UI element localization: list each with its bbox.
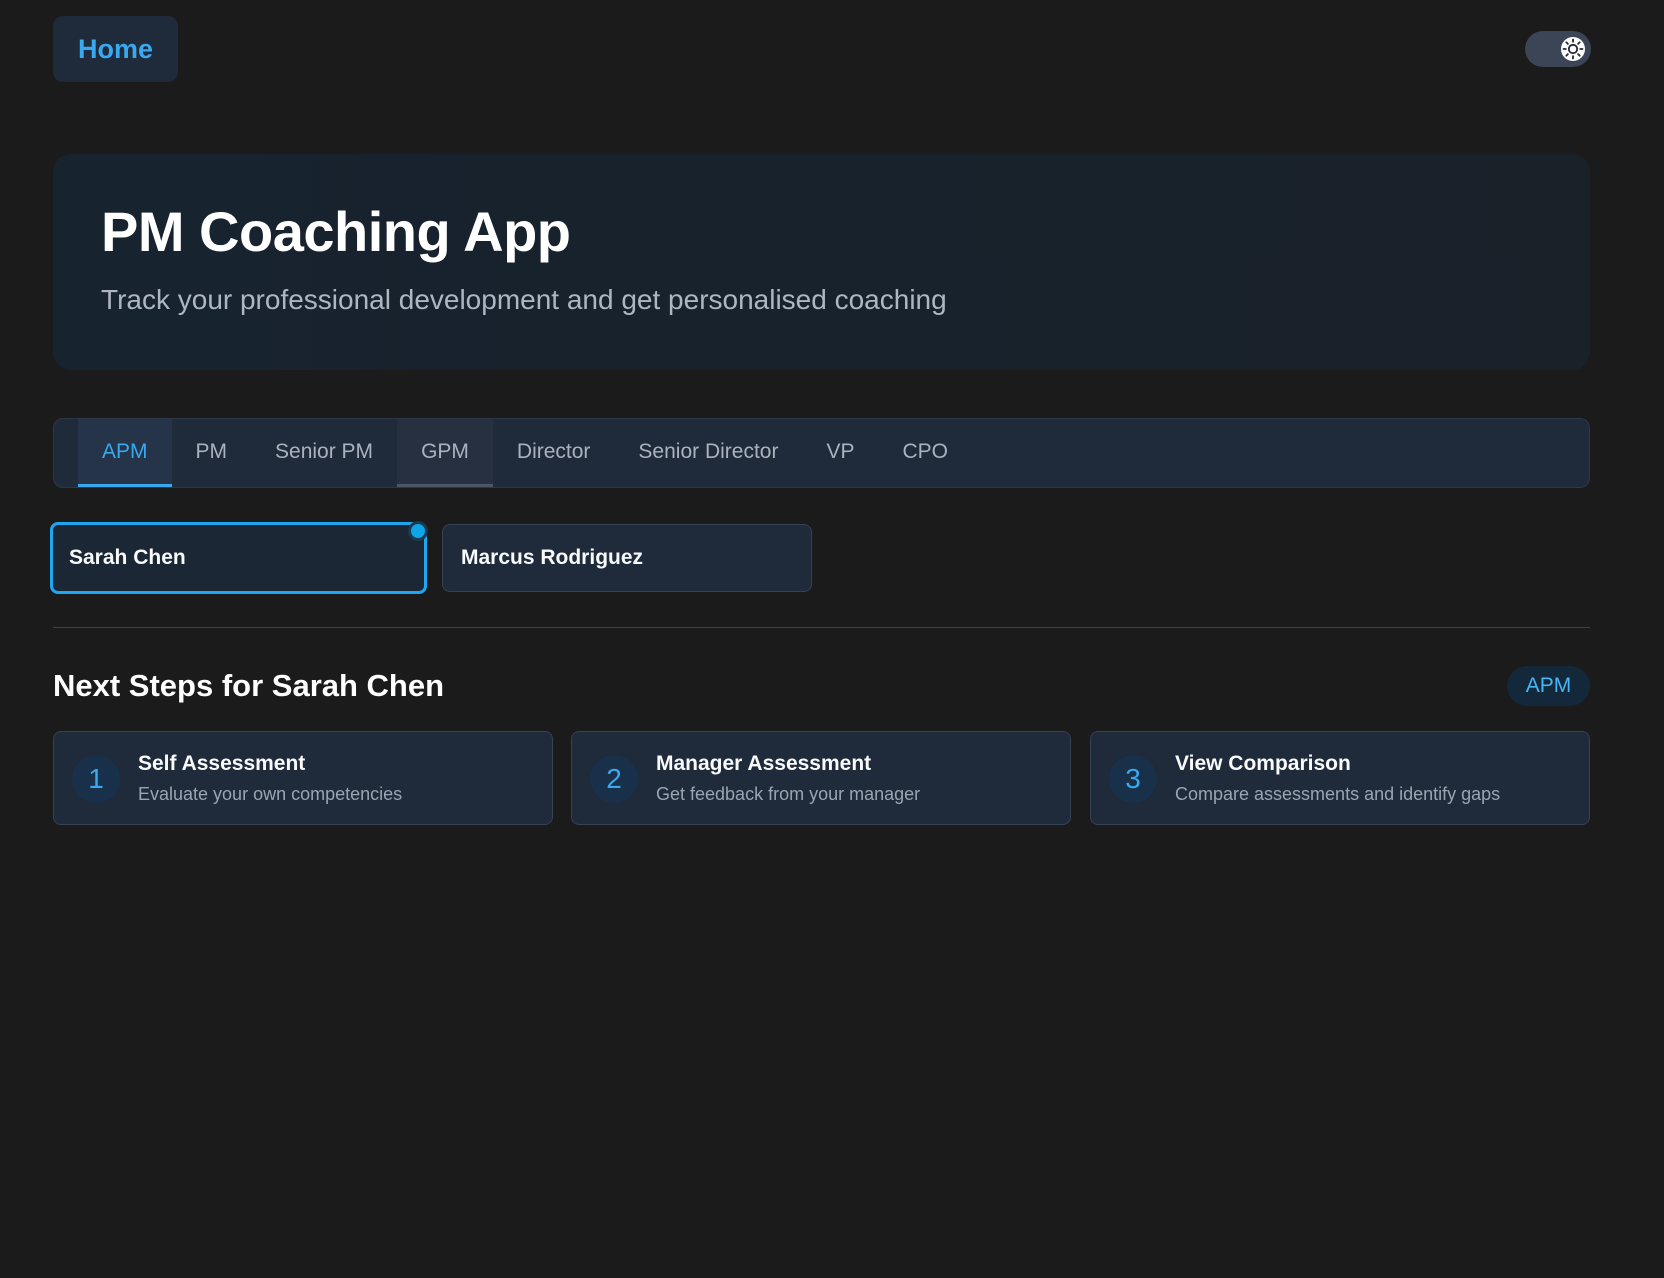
- step-description: Evaluate your own competencies: [138, 784, 403, 804]
- person-name: Marcus Rodriguez: [461, 546, 644, 569]
- step-title: Self Assessment: [138, 752, 306, 775]
- tab-senior-pm[interactable]: Senior PM: [251, 419, 397, 487]
- tab-pm[interactable]: PM: [172, 419, 252, 487]
- step-number: 1: [72, 755, 120, 803]
- step-card-view-comparison[interactable]: 3 View Comparison Compare assessments an…: [1090, 731, 1590, 825]
- step-card-manager-assessment[interactable]: 2 Manager Assessment Get feedback from y…: [571, 731, 1071, 825]
- page-subtitle: Track your professional development and …: [101, 284, 947, 315]
- step-card-self-assessment[interactable]: 1 Self Assessment Evaluate your own comp…: [53, 731, 553, 825]
- person-name: Sarah Chen: [69, 546, 186, 569]
- step-number: 3: [1109, 755, 1157, 803]
- tab-gpm[interactable]: GPM: [397, 419, 493, 487]
- home-button[interactable]: Home: [53, 16, 178, 82]
- tab-apm[interactable]: APM: [78, 419, 172, 487]
- app-root: Home PM Coaching App Track your professi…: [0, 0, 1664, 1278]
- person-card-marcus-rodriguez[interactable]: Marcus Rodriguez: [442, 524, 812, 592]
- selected-indicator: [408, 521, 428, 541]
- next-steps-title: Next Steps for Sarah Chen: [53, 668, 445, 703]
- tab-director[interactable]: Director: [493, 419, 615, 487]
- tab-vp[interactable]: VP: [802, 419, 878, 487]
- step-title: Manager Assessment: [656, 752, 872, 775]
- sun-icon: [1559, 35, 1587, 63]
- page-title: PM Coaching App: [101, 200, 571, 263]
- hero-banner: PM Coaching App Track your professional …: [53, 154, 1590, 370]
- tab-cpo[interactable]: CPO: [879, 419, 973, 487]
- divider: [53, 627, 1590, 628]
- theme-toggle[interactable]: [1525, 31, 1591, 67]
- level-badge: APM: [1507, 666, 1590, 706]
- person-card-sarah-chen[interactable]: Sarah Chen: [50, 521, 428, 594]
- tab-senior-director[interactable]: Senior Director: [614, 419, 802, 487]
- step-title: View Comparison: [1175, 752, 1351, 775]
- step-number: 2: [590, 755, 638, 803]
- level-tabs: APM PM Senior PM GPM Director Senior Dir…: [53, 418, 1590, 488]
- step-description: Get feedback from your manager: [656, 784, 921, 804]
- step-description: Compare assessments and identify gaps: [1175, 784, 1501, 804]
